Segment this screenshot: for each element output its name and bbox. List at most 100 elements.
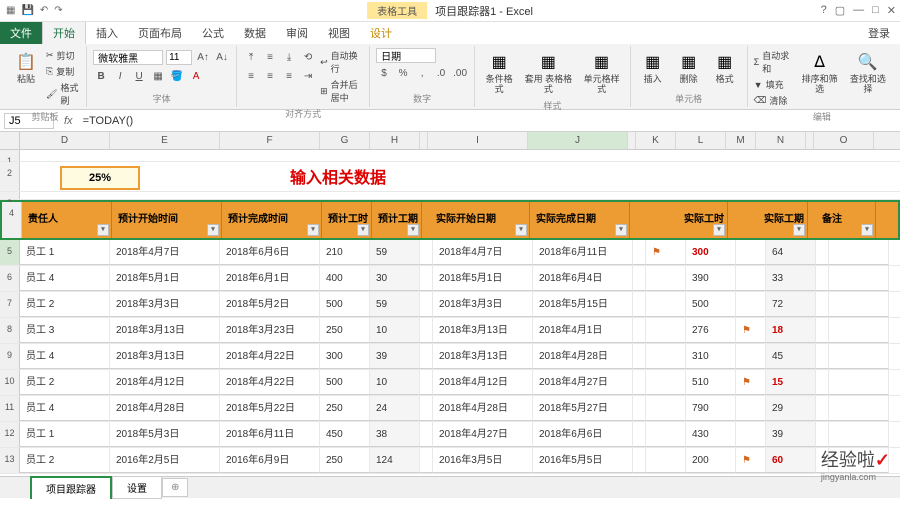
row-header[interactable]: 2 (0, 162, 20, 191)
table-header-cell[interactable]: 实际完成日期 (530, 202, 630, 238)
table-cell[interactable]: 18 (766, 318, 816, 343)
table-cell[interactable]: 2018年6月6日 (220, 240, 320, 265)
table-cell[interactable]: ⚑ (646, 240, 686, 265)
table-cell[interactable]: 员工 3 (20, 318, 110, 343)
table-cell[interactable] (829, 240, 889, 265)
table-cell[interactable]: 2016年3月5日 (433, 448, 533, 473)
table-cell[interactable]: 2016年6月9日 (220, 448, 320, 473)
table-cell[interactable]: 30 (370, 266, 420, 291)
table-cell[interactable] (829, 292, 889, 317)
table-cell[interactable] (633, 240, 646, 265)
cell-styles-button[interactable]: ▦单元格样式 (580, 48, 624, 97)
table-cell[interactable] (829, 422, 889, 447)
table-cell[interactable]: 2018年5月3日 (110, 422, 220, 447)
table-cell[interactable] (633, 448, 646, 473)
format-cells-button[interactable]: ▦格式 (709, 48, 741, 87)
table-cell[interactable] (816, 396, 829, 421)
table-cell[interactable]: 200 (686, 448, 736, 473)
font-name-input[interactable] (93, 50, 163, 65)
sheet-tab-active[interactable]: 项目跟踪器 (30, 476, 112, 499)
table-cell[interactable]: 2018年5月15日 (533, 292, 633, 317)
table-cell[interactable]: 2018年5月1日 (433, 266, 533, 291)
fill-color-icon[interactable]: 🪣 (169, 68, 185, 84)
align-bottom-icon[interactable]: ⤓ (281, 49, 297, 65)
table-cell[interactable] (420, 396, 433, 421)
table-cell[interactable] (646, 318, 686, 343)
table-cell[interactable]: 250 (320, 448, 370, 473)
tab-formulas[interactable]: 公式 (192, 22, 234, 44)
table-cell[interactable]: 2018年4月7日 (433, 240, 533, 265)
table-cell[interactable] (816, 318, 829, 343)
column-header[interactable]: L (676, 132, 726, 149)
border-icon[interactable]: ▦ (150, 68, 166, 84)
undo-icon[interactable]: ↶ (40, 5, 48, 16)
table-cell[interactable]: 2018年6月1日 (220, 266, 320, 291)
number-format-select[interactable] (376, 48, 436, 63)
table-cell[interactable]: 员工 1 (20, 422, 110, 447)
tab-data[interactable]: 数据 (234, 22, 276, 44)
tab-home[interactable]: 开始 (42, 21, 86, 44)
table-cell[interactable]: 72 (766, 292, 816, 317)
table-cell[interactable] (816, 344, 829, 369)
percent-cell[interactable]: 25% (60, 166, 140, 190)
sheet-tab[interactable]: 设置 (112, 476, 162, 499)
table-cell[interactable]: 2018年4月28日 (533, 344, 633, 369)
row-header[interactable]: 6 (0, 266, 20, 291)
redo-icon[interactable]: ↷ (54, 5, 62, 16)
table-cell[interactable]: 510 (686, 370, 736, 395)
table-cell[interactable]: 2018年6月6日 (533, 422, 633, 447)
login-link[interactable]: 登录 (858, 22, 900, 44)
tab-view[interactable]: 视图 (318, 22, 360, 44)
table-cell[interactable]: 2018年4月22日 (220, 344, 320, 369)
table-cell[interactable]: 2018年5月22日 (220, 396, 320, 421)
table-cell[interactable]: 45 (766, 344, 816, 369)
table-cell[interactable]: 60 (766, 448, 816, 473)
table-cell[interactable]: 员工 2 (20, 292, 110, 317)
new-sheet-button[interactable]: ⊕ (162, 478, 188, 497)
table-cell[interactable] (420, 370, 433, 395)
table-cell[interactable] (736, 344, 766, 369)
table-cell[interactable] (736, 422, 766, 447)
table-cell[interactable]: 29 (766, 396, 816, 421)
align-right-icon[interactable]: ≡ (281, 68, 297, 84)
row-header[interactable]: 8 (0, 318, 20, 343)
table-cell[interactable]: 员工 2 (20, 370, 110, 395)
row-header[interactable]: 4 (2, 202, 22, 238)
currency-icon[interactable]: $ (376, 65, 392, 81)
conditional-format-button[interactable]: ▦条件格式 (481, 48, 517, 97)
tab-insert[interactable]: 插入 (86, 22, 128, 44)
sort-filter-button[interactable]: ᐃ排序和筛选 (798, 48, 842, 97)
table-cell[interactable]: 2018年4月12日 (433, 370, 533, 395)
increase-decimal-icon[interactable]: .0 (433, 65, 449, 81)
bold-button[interactable]: B (93, 68, 109, 84)
decrease-decimal-icon[interactable]: .00 (452, 65, 468, 81)
table-cell[interactable] (646, 292, 686, 317)
table-cell[interactable] (816, 370, 829, 395)
table-header-cell[interactable]: 预计工时 (小时) (322, 202, 372, 238)
table-header-cell[interactable]: 实际开始日期 (430, 202, 530, 238)
column-header[interactable]: O (814, 132, 874, 149)
table-cell[interactable] (736, 266, 766, 291)
table-cell[interactable]: 790 (686, 396, 736, 421)
column-header[interactable] (628, 132, 636, 149)
table-cell[interactable] (816, 292, 829, 317)
table-cell[interactable]: 2018年4月1日 (533, 318, 633, 343)
align-center-icon[interactable]: ≡ (262, 68, 278, 84)
table-cell[interactable]: 2018年5月1日 (110, 266, 220, 291)
table-cell[interactable] (829, 318, 889, 343)
table-cell[interactable]: 450 (320, 422, 370, 447)
column-header[interactable]: I (428, 132, 528, 149)
table-cell[interactable]: 2018年4月22日 (220, 370, 320, 395)
table-cell[interactable] (420, 240, 433, 265)
row-header[interactable]: 10 (0, 370, 20, 395)
table-cell[interactable]: 500 (320, 292, 370, 317)
table-cell[interactable] (420, 266, 433, 291)
table-cell[interactable]: 2018年4月27日 (433, 422, 533, 447)
align-top-icon[interactable]: ⤒ (243, 49, 259, 65)
table-cell[interactable]: 39 (370, 344, 420, 369)
ribbon-options-icon[interactable]: ▢ (835, 4, 845, 17)
table-cell[interactable] (816, 422, 829, 447)
table-cell[interactable]: 2018年4月27日 (533, 370, 633, 395)
table-cell[interactable]: 276 (686, 318, 736, 343)
font-color-icon[interactable]: A (188, 68, 204, 84)
